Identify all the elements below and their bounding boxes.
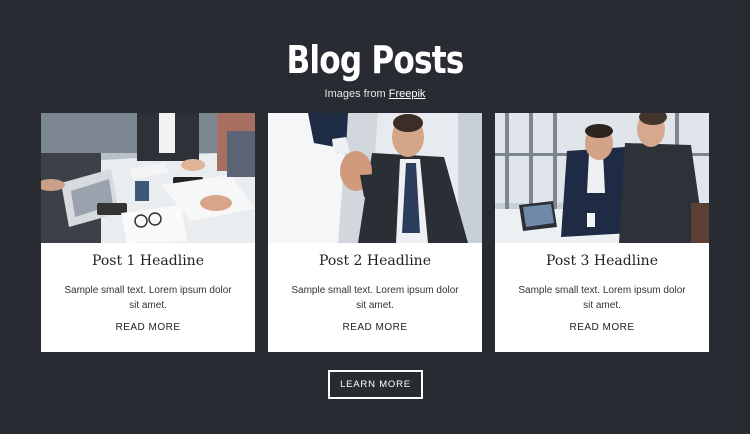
blog-card-3: Post 3 Headline Sample small text. Lorem… [495,113,709,352]
page-title: Blog Posts [286,38,464,82]
learn-more-button[interactable]: LEARN MORE [328,370,423,399]
image-credit: Images from Freepik [0,88,750,100]
blog-card-2: Post 2 Headline Sample small text. Lorem… [268,113,482,352]
read-more-link[interactable]: READ MORE [268,322,482,333]
read-more-link[interactable]: READ MORE [495,322,709,333]
post-headline: Post 1 Headline [92,253,204,269]
blog-card-1: Post 1 Headline Sample small text. Lorem… [41,113,255,352]
freepik-link[interactable]: Freepik [389,88,426,100]
read-more-link[interactable]: READ MORE [41,322,255,333]
post-headline: Post 2 Headline [319,253,431,269]
image-credit-prefix: Images from [324,88,386,100]
post-excerpt: Sample small text. Lorem ipsum dolor sit… [291,285,459,311]
post-excerpt: Sample small text. Lorem ipsum dolor sit… [518,285,686,311]
office-discussion-photo[interactable] [495,113,709,243]
post-headline: Post 3 Headline [546,253,658,269]
meeting-table-photo[interactable] [41,113,255,243]
post-excerpt: Sample small text. Lorem ipsum dolor sit… [64,285,232,311]
handshake-photo[interactable] [268,113,482,243]
